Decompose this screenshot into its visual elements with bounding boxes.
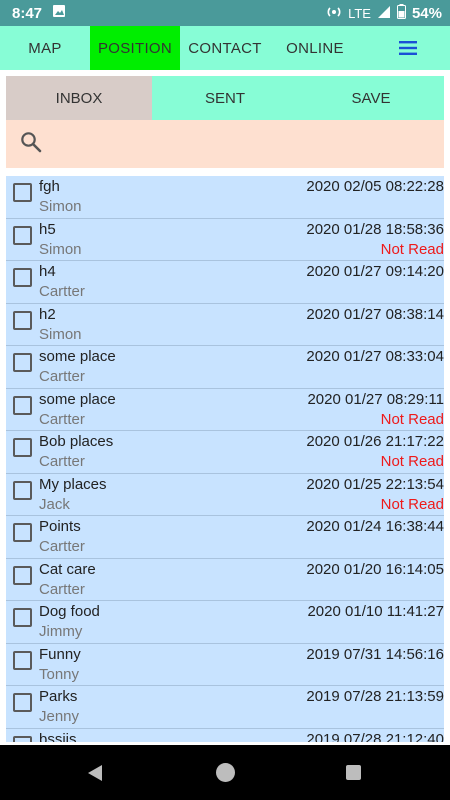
tab-contact[interactable]: CONTACT — [180, 26, 270, 70]
search-input[interactable] — [52, 129, 432, 159]
list-item[interactable]: h4 Cartter 2020 01/27 09:14:20 — [6, 261, 444, 304]
list-item[interactable]: h5 Simon 2020 01/28 18:58:36 Not Read — [6, 219, 444, 261]
list-item[interactable]: Cat care Cartter 2020 01/20 16:14:05 — [6, 559, 444, 601]
status-time: 8:47 — [12, 4, 43, 22]
message-sender: Cartter — [39, 580, 85, 598]
message-date: 2019 07/31 14:56:16 — [306, 645, 444, 663]
message-checkbox[interactable] — [13, 693, 32, 712]
message-subject: h4 — [39, 263, 56, 280]
message-subject: some place — [39, 390, 116, 408]
message-checkbox[interactable] — [13, 395, 32, 415]
search-icon[interactable] — [20, 131, 42, 158]
message-subject: Dog food — [39, 603, 100, 620]
tab-map[interactable]: MAP — [0, 26, 90, 70]
signal-icon — [377, 5, 391, 22]
message-checkbox[interactable] — [13, 480, 32, 500]
list-item[interactable]: h2 Simon 2020 01/27 08:38:14 — [6, 304, 444, 346]
search-bar — [6, 120, 444, 168]
message-date: 2019 07/28 21:13:59 — [306, 688, 444, 705]
message-checkbox[interactable] — [13, 438, 32, 457]
list-item[interactable]: some place Cartter 2020 01/27 08:33:04 — [6, 346, 444, 389]
tab-position[interactable]: POSITION — [90, 26, 180, 70]
message-checkbox[interactable] — [13, 523, 32, 542]
list-item[interactable]: Funny Tonny 2019 07/31 14:56:16 — [6, 644, 444, 686]
message-date: 2020 01/26 21:17:22 — [306, 433, 444, 450]
message-date: 2020 01/25 22:13:54 — [306, 475, 444, 493]
tab-online[interactable]: ONLINE — [270, 26, 360, 70]
message-subject: some place — [39, 348, 116, 365]
recents-square-icon[interactable] — [346, 765, 361, 780]
list-item[interactable]: My places Jack 2020 01/25 22:13:54 Not R… — [6, 474, 444, 516]
message-subject: Parks — [39, 688, 78, 705]
tab-save[interactable]: SAVE — [298, 76, 444, 120]
tab-sent[interactable]: SENT — [152, 76, 298, 120]
list-item[interactable]: some place Cartter 2020 01/27 08:29:11 N… — [6, 389, 444, 431]
battery-percent: 54% — [411, 4, 442, 22]
message-checkbox[interactable] — [13, 735, 32, 742]
message-sender: Jack — [39, 495, 70, 513]
message-sender: Cartter — [39, 538, 85, 555]
message-date: 2020 01/28 18:58:36 — [306, 220, 444, 238]
list-item[interactable]: Dog food Jimmy 2020 01/10 11:41:27 — [6, 601, 444, 644]
message-subject: My places — [39, 475, 107, 493]
message-subject: h5 — [39, 220, 56, 238]
message-date: 2020 01/27 08:38:14 — [306, 305, 444, 323]
top-nav: MAP POSITION CONTACT ONLINE — [0, 26, 450, 70]
system-nav-bar — [0, 745, 450, 800]
list-item[interactable]: fgh Simon 2020 02/05 08:22:28 — [6, 176, 444, 219]
message-sender: Simon — [39, 240, 82, 258]
message-sender: Jenny — [39, 708, 80, 725]
message-date: 2020 01/27 09:14:20 — [306, 263, 444, 280]
tab-inbox[interactable]: INBOX — [6, 76, 152, 120]
message-subject: Cat care — [39, 560, 96, 578]
message-subject: Bob places — [39, 433, 114, 450]
message-sender: Tonny — [39, 665, 80, 683]
message-checkbox[interactable] — [13, 225, 32, 245]
message-status: Not Read — [380, 240, 444, 258]
message-subject: Points — [39, 518, 81, 535]
message-date: 2020 01/10 11:41:27 — [307, 603, 444, 620]
hotspot-icon — [326, 4, 342, 23]
message-checkbox[interactable] — [13, 310, 32, 330]
message-list[interactable]: fgh Simon 2020 02/05 08:22:28 h5 Simon 2… — [6, 176, 444, 742]
message-sender: Jimmy — [39, 623, 83, 640]
list-item[interactable]: bssjjs 2019 07/28 21:12:40 — [6, 729, 444, 743]
message-status: Not Read — [380, 495, 444, 513]
message-checkbox[interactable] — [13, 565, 32, 585]
message-date: 2020 01/27 08:33:04 — [306, 348, 444, 365]
message-sender: Cartter — [39, 453, 85, 470]
message-checkbox[interactable] — [13, 608, 32, 627]
message-date: 2020 01/27 08:29:11 — [307, 390, 444, 408]
hamburger-menu-icon[interactable] — [398, 38, 418, 58]
message-sender: Simon — [39, 198, 82, 215]
message-status: Not Read — [380, 453, 444, 470]
message-checkbox[interactable] — [13, 268, 32, 287]
message-subject: Funny — [39, 645, 81, 663]
message-sender: Cartter — [39, 368, 85, 385]
message-folder-tabs: INBOX SENT SAVE — [6, 76, 444, 120]
message-subject: h2 — [39, 305, 56, 323]
message-checkbox[interactable] — [13, 183, 32, 202]
message-date: 2020 01/24 16:38:44 — [306, 518, 444, 535]
message-sender: Cartter — [39, 410, 85, 428]
back-triangle-icon[interactable] — [86, 764, 104, 787]
image-notification-icon — [52, 4, 66, 22]
home-circle-icon[interactable] — [216, 763, 235, 782]
message-checkbox[interactable] — [13, 353, 32, 372]
message-sender: Cartter — [39, 283, 85, 300]
message-date: 2020 01/20 16:14:05 — [306, 560, 444, 578]
list-item[interactable]: Points Cartter 2020 01/24 16:38:44 — [6, 516, 444, 559]
message-sender: Simon — [39, 325, 82, 343]
message-subject: bssjjs — [39, 730, 77, 743]
message-status: Not Read — [380, 410, 444, 428]
message-checkbox[interactable] — [13, 650, 32, 670]
status-bar: 8:47 LTE 54% — [0, 0, 450, 26]
message-subject: fgh — [39, 178, 60, 195]
battery-icon — [396, 4, 406, 22]
list-item[interactable]: Parks Jenny 2019 07/28 21:13:59 — [6, 686, 444, 729]
message-date: 2019 07/28 21:12:40 — [306, 730, 444, 743]
network-type: LTE — [348, 5, 371, 21]
message-date: 2020 02/05 08:22:28 — [306, 178, 444, 195]
list-item[interactable]: Bob places Cartter 2020 01/26 21:17:22 N… — [6, 431, 444, 474]
